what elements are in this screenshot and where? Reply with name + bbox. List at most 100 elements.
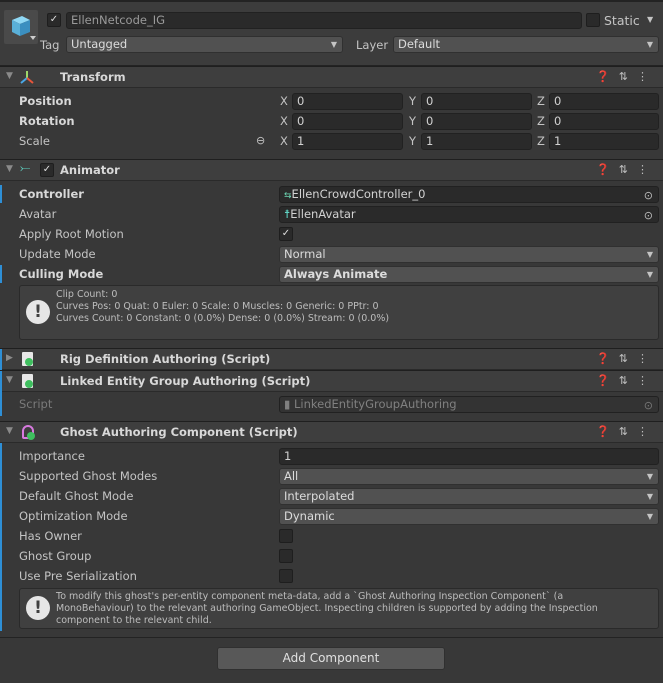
foldout-icon[interactable]: ▼ [6,375,13,385]
active-checkbox[interactable]: ✓ [47,13,61,27]
help-icon[interactable]: ❓ [596,425,619,438]
importance-field[interactable]: 1 [279,448,659,465]
rig-header[interactable]: ▶ Rig Definition Authoring (Script) ❓⇅⋮ [0,348,663,370]
static-checkbox[interactable] [586,13,600,27]
axis-z-label[interactable]: Z [537,134,545,148]
axis-y-label[interactable]: Y [409,134,416,148]
optimization-dropdown[interactable]: Dynamic ▼ [279,508,659,525]
position-z-field[interactable]: 0 [549,93,659,110]
controller-value: EllenCrowdController_0 [291,187,426,201]
info-icon: ! [26,596,50,620]
modified-indicator [0,443,2,631]
foldout-icon[interactable]: ▼ [6,71,13,81]
presets-icon[interactable]: ⇅ [619,352,637,365]
axis-z-label[interactable]: Z [537,94,545,108]
help-icon[interactable]: ❓ [596,163,619,176]
root-motion-checkbox[interactable]: ✓ [279,227,293,241]
axis-z-label[interactable]: Z [537,114,545,128]
default-mode-value: Interpolated [284,489,355,503]
component-actions[interactable]: ❓⇅⋮ [596,374,657,387]
axis-y-label[interactable]: Y [409,94,416,108]
name-field[interactable]: EllenNetcode_IG [66,12,582,29]
culling-mode-dropdown[interactable]: Always Animate ▼ [279,266,659,283]
info-text: To modify this ghost's per-entity compon… [56,591,598,627]
presets-icon[interactable]: ⇅ [619,70,637,83]
scale-z-field[interactable]: 1 [549,133,659,150]
rotation-z-field[interactable]: 0 [549,113,659,130]
menu-icon[interactable]: ⋮ [637,425,657,438]
pre-serialization-label: Use Pre Serialization [19,569,137,583]
modified-indicator [0,265,2,283]
modified-indicator [0,349,2,370]
constrain-proportions-icon[interactable]: ⊖ [256,134,265,147]
axis-x-label[interactable]: X [280,94,288,108]
pre-serialization-checkbox[interactable] [279,569,293,583]
presets-icon[interactable]: ⇅ [619,163,637,176]
culling-mode-label: Culling Mode [19,267,104,281]
menu-icon[interactable]: ⋮ [637,374,657,387]
importance-label: Importance [19,449,85,463]
info-text: Clip Count: 0 Curves Pos: 0 Quat: 0 Eule… [56,289,389,325]
foldout-icon[interactable]: ▼ [6,426,13,436]
object-picker-icon[interactable]: ⊙ [644,188,653,202]
animator-icon: ⤚ [20,161,31,176]
object-picker-icon[interactable]: ⊙ [644,208,653,222]
help-icon[interactable]: ❓ [596,352,619,365]
axis-y-label[interactable]: Y [409,114,416,128]
menu-icon[interactable]: ⋮ [637,352,657,365]
axis-x-label[interactable]: X [280,114,288,128]
animator-header[interactable]: ▼ ⤚ ✓ Animator ❓⇅⋮ [0,159,663,181]
scale-y-field[interactable]: 1 [421,133,532,150]
chevron-down-icon: ▼ [330,40,337,49]
menu-icon[interactable]: ⋮ [637,70,657,83]
info-line: To modify this ghost's per-entity compon… [56,591,564,602]
rotation-x-field[interactable]: 0 [292,113,403,130]
axis-x-label[interactable]: X [280,134,288,148]
component-actions[interactable]: ❓⇅⋮ [596,70,657,83]
layer-label: Layer [356,38,389,52]
layer-dropdown[interactable]: Default ▼ [393,36,659,53]
ghost-header[interactable]: ▼ Ghost Authoring Component (Script) ❓⇅⋮ [0,421,663,443]
info-icon: ! [26,300,50,324]
rotation-y-field[interactable]: 0 [421,113,532,130]
help-icon[interactable]: ❓ [596,70,619,83]
avatar-value: EllenAvatar [290,207,356,221]
chevron-down-icon: ▼ [646,492,653,501]
supported-modes-label: Supported Ghost Modes [19,469,158,483]
help-icon[interactable]: ❓ [596,374,619,387]
tag-dropdown[interactable]: Untagged ▼ [66,36,343,53]
update-mode-dropdown[interactable]: Normal ▼ [279,246,659,263]
component-actions[interactable]: ❓⇅⋮ [596,352,657,365]
controller-field[interactable]: ⇆EllenCrowdController_0 ⊙ [279,186,659,203]
static-dropdown-icon[interactable]: ▼ [647,15,653,24]
position-y-field[interactable]: 0 [421,93,532,110]
controller-label: Controller [19,187,84,201]
transform-header[interactable]: ▼ Transform ❓⇅⋮ [0,66,663,88]
foldout-icon[interactable]: ▼ [6,164,13,174]
presets-icon[interactable]: ⇅ [619,425,637,438]
component-title: Linked Entity Group Authoring (Script) [60,374,311,388]
avatar-field[interactable]: ☨EllenAvatar ⊙ [279,206,659,223]
gameobject-icon[interactable] [4,10,38,44]
menu-icon[interactable]: ⋮ [637,163,657,176]
component-actions[interactable]: ❓⇅⋮ [596,425,657,438]
foldout-icon[interactable]: ▶ [6,353,13,363]
presets-icon[interactable]: ⇅ [619,374,637,387]
linked-entity-header[interactable]: ▼ Linked Entity Group Authoring (Script)… [0,370,663,392]
default-mode-label: Default Ghost Mode [19,489,134,503]
default-mode-dropdown[interactable]: Interpolated ▼ [279,488,659,505]
has-owner-checkbox[interactable] [279,529,293,543]
position-label: Position [19,94,72,108]
position-x-field[interactable]: 0 [292,93,403,110]
scale-x-field[interactable]: 1 [292,133,403,150]
add-component-button[interactable]: Add Component [217,647,445,670]
ghost-group-checkbox[interactable] [279,549,293,563]
animator-enabled-checkbox[interactable]: ✓ [40,163,54,177]
component-title: Rig Definition Authoring (Script) [60,352,271,366]
supported-modes-dropdown[interactable]: All ▼ [279,468,659,485]
script-icon [22,374,33,388]
component-actions[interactable]: ❓⇅⋮ [596,163,657,176]
transform-icon [20,71,34,84]
animator-info-box: ! Clip Count: 0 Curves Pos: 0 Quat: 0 Eu… [19,285,659,340]
update-mode-label: Update Mode [19,247,96,261]
